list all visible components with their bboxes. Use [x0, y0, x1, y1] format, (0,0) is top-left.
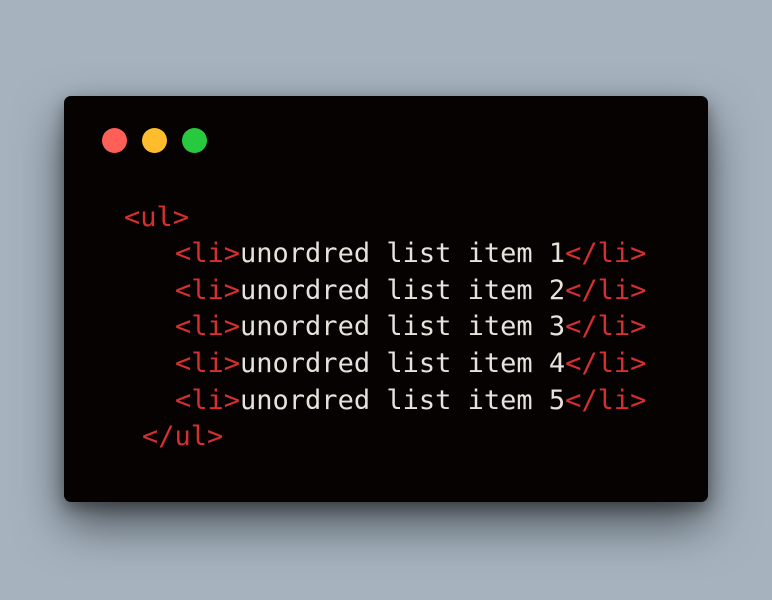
code-line-ul-close: </ul> [142, 421, 223, 453]
li-open-tag: <li> [175, 385, 241, 416]
list-item-text: unordred list item 2 [240, 275, 566, 306]
li-open-tag: <li> [175, 311, 241, 342]
li-open-tag: <li> [175, 348, 241, 379]
code-line-li-3: <li>unordred list item 3</li> [175, 311, 646, 343]
code-line-li-1: <li>unordred list item 1</li> [175, 238, 646, 270]
ul-close-tag: </ul> [142, 421, 224, 452]
li-close-tag: </li> [565, 238, 647, 269]
code-line-li-2: <li>unordred list item 2</li> [175, 275, 646, 307]
code-window: <ul> <li>unordred list item 1</li> <li>u… [64, 96, 708, 502]
code-block: <ul> <li>unordred list item 1</li> <li>u… [64, 96, 708, 502]
list-item-text: unordred list item 5 [240, 385, 566, 416]
code-line-li-4: <li>unordred list item 4</li> [175, 348, 646, 380]
li-close-tag: </li> [565, 311, 647, 342]
code-line-ul-open: <ul> [124, 202, 189, 234]
list-item-text: unordred list item 4 [240, 348, 566, 379]
li-close-tag: </li> [565, 385, 647, 416]
li-close-tag: </li> [565, 348, 647, 379]
list-item-text: unordred list item 1 [240, 238, 566, 269]
li-open-tag: <li> [175, 238, 241, 269]
list-item-text: unordred list item 3 [240, 311, 566, 342]
li-close-tag: </li> [565, 275, 647, 306]
li-open-tag: <li> [175, 275, 241, 306]
ul-open-tag: <ul> [124, 202, 190, 233]
code-line-li-5: <li>unordred list item 5</li> [175, 385, 646, 417]
